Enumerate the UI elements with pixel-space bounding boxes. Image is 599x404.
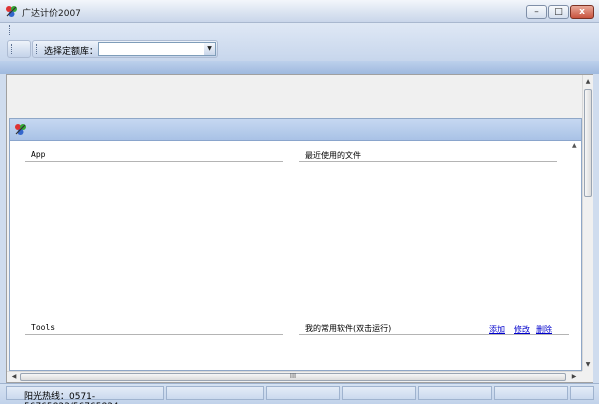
chevron-down-icon[interactable]: ▼ — [204, 43, 215, 55]
minimize-button[interactable]: – — [526, 5, 547, 19]
tools-section-header: Tools — [25, 323, 283, 335]
delete-software-link[interactable]: 删除 — [536, 324, 552, 335]
status-cell-hotline: 阳光热线：0571-56765823/56765824 — [6, 386, 164, 404]
scroll-up-icon[interactable]: ▲ — [583, 76, 593, 88]
scroll-right-icon[interactable]: ▶ — [569, 372, 579, 382]
status-bar: 阳光热线：0571-56765823/56765824 — [0, 383, 599, 404]
status-cell — [418, 386, 492, 400]
vertical-scroll-thumb[interactable] — [584, 89, 592, 197]
app-logo-icon — [6, 6, 17, 17]
toolbar-band — [0, 61, 599, 74]
scroll-grip-icon: III — [289, 372, 297, 380]
quota-library-select[interactable]: ▼ — [98, 42, 216, 56]
size-grip[interactable] — [570, 386, 594, 400]
maximize-icon: □ — [554, 7, 563, 17]
mdi-client-area: App 最近使用的文件 Tools 我的常用软件(双击运行) 添加 修改 删除 … — [6, 74, 593, 383]
quota-toolstrip-grip-handle[interactable] — [36, 44, 39, 54]
toolstrip-small — [7, 40, 31, 58]
app-section-header: App — [25, 150, 283, 162]
toolstrip-grip-handle[interactable] — [11, 44, 14, 54]
status-cell — [342, 386, 416, 400]
minimize-icon: – — [534, 7, 539, 17]
quota-toolstrip: 选择定额库： ▼ — [32, 40, 218, 58]
toolbar: 选择定额库： ▼ — [0, 23, 599, 61]
scroll-down-icon[interactable]: ▼ — [583, 359, 593, 371]
client-vertical-scrollbar[interactable]: ▲ ▼ — [582, 75, 593, 371]
maximize-button[interactable]: □ — [548, 5, 569, 19]
start-page-logo-icon — [15, 124, 26, 135]
start-page-scrollbar[interactable]: ▲ — [571, 141, 581, 370]
hotline-text: 阳光热线：0571-56765823/56765824 — [24, 392, 119, 404]
start-page-header — [10, 119, 581, 141]
status-cell — [266, 386, 340, 400]
recent-files-header: 最近使用的文件 — [299, 150, 557, 162]
client-horizontal-scrollbar[interactable]: ◀ III ▶ — [7, 371, 582, 382]
quota-library-label: 选择定额库： — [44, 47, 99, 57]
scroll-corner — [582, 371, 593, 382]
scroll-left-icon[interactable]: ◀ — [9, 372, 19, 382]
window-title: 广达计价2007 — [22, 9, 81, 19]
menu-grip-handle[interactable] — [9, 25, 12, 35]
close-button[interactable]: x — [570, 5, 594, 19]
horizontal-scroll-thumb[interactable]: III — [20, 372, 566, 381]
add-software-link[interactable]: 添加 — [489, 324, 505, 335]
scroll-up-icon[interactable]: ▲ — [572, 142, 577, 149]
title-bar[interactable]: 广达计价2007 – □ x — [0, 0, 599, 23]
status-cell — [494, 386, 568, 400]
status-cell — [166, 386, 264, 400]
start-page-window: App 最近使用的文件 Tools 我的常用软件(双击运行) 添加 修改 删除 … — [9, 118, 582, 371]
close-icon: x — [579, 7, 585, 17]
edit-software-link[interactable]: 修改 — [514, 324, 530, 335]
